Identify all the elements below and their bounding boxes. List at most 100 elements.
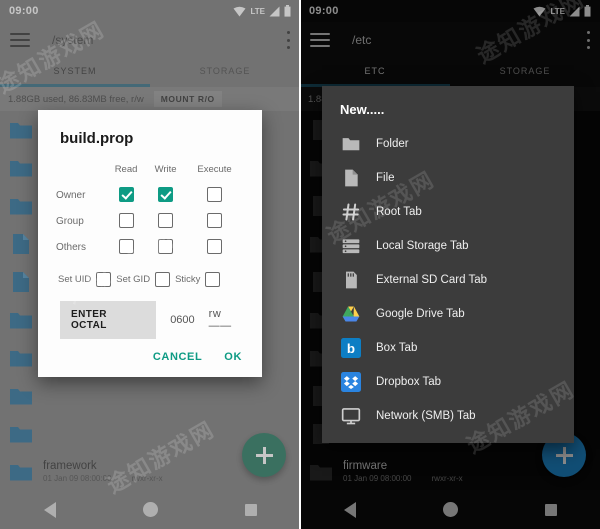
box-icon: b: [340, 337, 362, 359]
storage-icon: [340, 235, 362, 257]
menu-item-root-tab[interactable]: Root Tab: [322, 195, 574, 229]
tab-system[interactable]: SYSTEM: [0, 58, 150, 84]
dropbox-icon: [340, 371, 362, 393]
dialog-title: build.prop: [60, 130, 134, 147]
tab-bar: SYSTEM STORAGE: [0, 58, 300, 84]
android-nav-bar: [300, 490, 600, 529]
menu-item-label: Local Storage Tab: [376, 240, 469, 252]
wifi-icon: [233, 6, 246, 16]
table-row: Others: [56, 234, 244, 260]
tab-etc[interactable]: ETC: [300, 58, 450, 84]
kebab-icon[interactable]: [286, 31, 290, 49]
hamburger-icon[interactable]: [310, 33, 330, 47]
home-icon[interactable]: [142, 502, 158, 517]
hash-icon: [340, 201, 362, 223]
lte-label: LTE: [250, 6, 265, 16]
setuid-group: Set UID: [58, 272, 112, 287]
lte-label: LTE: [550, 6, 565, 16]
signal-icon: [269, 6, 280, 16]
app-bar: /etc: [300, 22, 600, 58]
symbolic-value: rw——: [208, 308, 232, 332]
menu-item-google-drive-tab[interactable]: Google Drive Tab: [322, 297, 574, 331]
battery-icon: [284, 5, 291, 17]
column-read: Read: [114, 164, 138, 175]
wifi-icon: [533, 6, 546, 16]
new-item-menu: New..... Folder File Root Tab Local Stor…: [322, 86, 574, 443]
setgid-group: Set GID: [116, 272, 171, 287]
back-icon[interactable]: [43, 501, 56, 518]
folder-icon: [10, 465, 32, 481]
battery-icon: [584, 5, 591, 17]
folder-icon: [10, 161, 32, 177]
list-item[interactable]: [0, 377, 300, 415]
enter-octal-button[interactable]: ENTER OCTAL: [60, 301, 157, 339]
breadcrumb-path[interactable]: /system: [52, 33, 286, 47]
sticky-label: Sticky: [175, 274, 201, 285]
menu-item-folder[interactable]: Folder: [322, 127, 574, 161]
plus-icon: [555, 446, 573, 464]
checkbox-group-write[interactable]: [158, 213, 174, 229]
checkbox-owner-write[interactable]: [158, 187, 174, 203]
special-bits-row: Set UID Set GID Sticky: [58, 272, 244, 287]
folder-icon: [10, 313, 32, 329]
checkbox-setuid[interactable]: [96, 272, 112, 287]
dialog-actions: CANCEL OK: [56, 351, 242, 363]
folder-icon: [10, 199, 32, 215]
folder-icon: [340, 133, 362, 155]
folder-icon: [10, 351, 32, 367]
checkbox-others-read[interactable]: [118, 239, 134, 255]
checkbox-group-execute[interactable]: [207, 213, 223, 229]
kebab-icon[interactable]: [586, 31, 590, 49]
mount-info: 1.88GB used, 86.83MB free, r/w: [8, 93, 144, 105]
recents-icon[interactable]: [244, 503, 257, 516]
folder-icon: [10, 123, 32, 139]
cancel-button[interactable]: CANCEL: [153, 351, 202, 363]
hamburger-icon[interactable]: [10, 33, 30, 47]
breadcrumb-path[interactable]: /etc: [352, 33, 586, 47]
row-label-others: Others: [56, 241, 87, 253]
status-clock: 09:00: [309, 5, 339, 17]
checkbox-sticky[interactable]: [205, 272, 221, 287]
menu-item-label: Folder: [376, 138, 409, 150]
svg-text:b: b: [347, 341, 355, 356]
tab-bar: ETC STORAGE: [300, 58, 600, 84]
home-icon[interactable]: [442, 502, 458, 517]
mount-ro-button[interactable]: MOUNT R/O: [153, 91, 222, 107]
file-icon: [340, 167, 362, 189]
status-bar: 09:00 LTE: [0, 0, 300, 22]
google-drive-icon: [340, 303, 362, 325]
checkbox-setgid[interactable]: [155, 272, 171, 287]
menu-item-external-sd-card-tab[interactable]: External SD Card Tab: [322, 263, 574, 297]
add-fab-button[interactable]: [242, 433, 286, 477]
status-bar: 09:00 LTE: [300, 0, 600, 22]
checkbox-owner-execute[interactable]: [207, 187, 223, 203]
folder-icon: [10, 427, 32, 443]
tab-storage[interactable]: STORAGE: [150, 58, 300, 84]
folder-icon: [310, 465, 332, 481]
checkbox-others-write[interactable]: [158, 239, 174, 255]
menu-item-label: Box Tab: [376, 342, 418, 354]
recents-icon[interactable]: [544, 503, 557, 516]
checkbox-group-read[interactable]: [118, 213, 134, 229]
ok-button[interactable]: OK: [224, 351, 242, 363]
tab-storage[interactable]: STORAGE: [450, 58, 600, 84]
menu-title: New.....: [340, 102, 385, 117]
menu-item-label: File: [376, 172, 395, 184]
checkbox-owner-read[interactable]: [118, 187, 134, 203]
menu-item-local-storage-tab[interactable]: Local Storage Tab: [322, 229, 574, 263]
menu-item-box-tab[interactable]: b Box Tab: [322, 331, 574, 365]
sticky-group: Sticky: [175, 272, 221, 287]
menu-item-label: Network (SMB) Tab: [376, 410, 476, 422]
menu-item-network-smb-tab[interactable]: Network (SMB) Tab: [322, 399, 574, 433]
column-write: Write: [154, 164, 177, 175]
menu-item-dropbox-tab[interactable]: Dropbox Tab: [322, 365, 574, 399]
setgid-label: Set GID: [116, 274, 151, 285]
mount-bar: 1.88GB used, 86.83MB free, r/w MOUNT R/O: [0, 87, 300, 111]
tab-indicator: [0, 84, 300, 87]
checkbox-others-execute[interactable]: [207, 239, 223, 255]
sdcard-icon: [340, 269, 362, 291]
back-icon[interactable]: [343, 501, 356, 518]
menu-item-file[interactable]: File: [322, 161, 574, 195]
plus-icon: [255, 446, 273, 464]
status-clock: 09:00: [9, 5, 39, 17]
